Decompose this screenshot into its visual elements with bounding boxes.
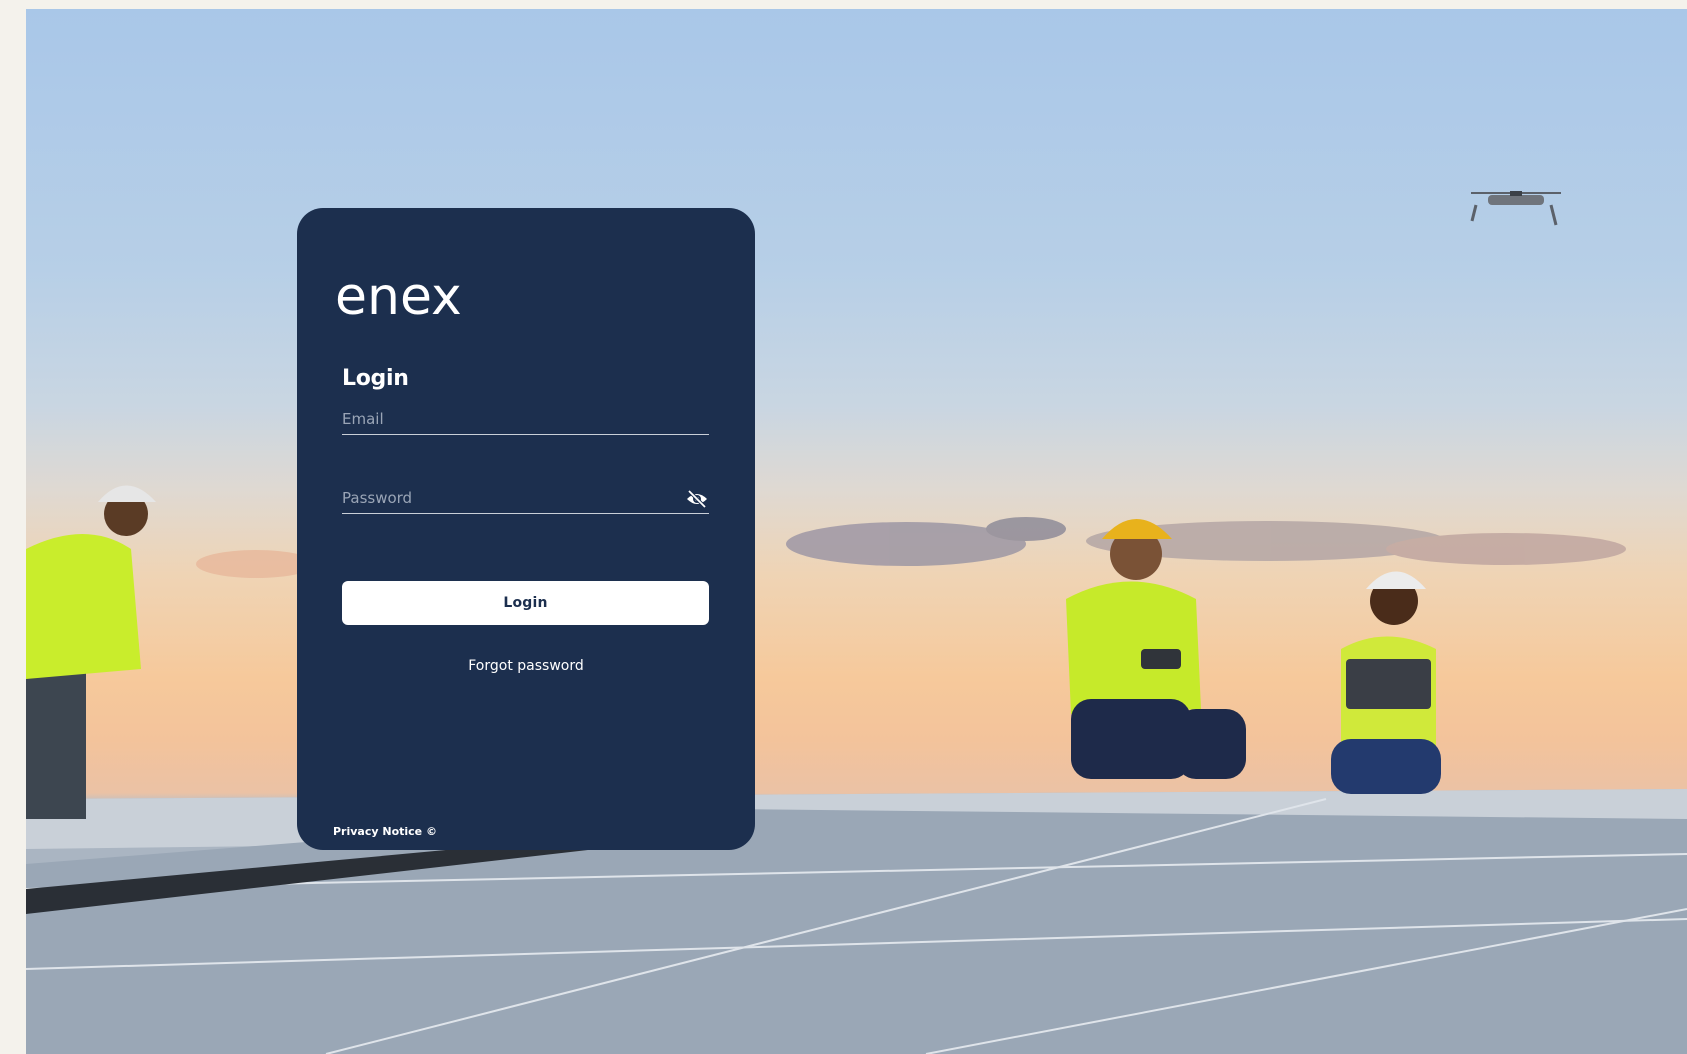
worker-left-illustration (26, 485, 156, 819)
email-input[interactable] (342, 406, 709, 432)
solar-roof-scene (26, 191, 1687, 1054)
login-page: enex Login Login Forgot password Privacy… (0, 0, 1687, 1054)
password-field-container (342, 485, 709, 514)
login-card: enex Login Login Forgot password Privacy… (297, 208, 755, 850)
enex-logo: enex (335, 267, 462, 327)
eye-off-icon[interactable] (685, 488, 709, 510)
login-title: Login (342, 366, 409, 391)
solar-panels (26, 789, 1687, 1054)
background-hero-image (26, 9, 1687, 1054)
page-top-margin (0, 0, 1687, 9)
page-left-margin (0, 0, 26, 1054)
email-field-container (342, 406, 709, 435)
worker-right-illustration (1331, 571, 1441, 794)
password-input[interactable] (342, 485, 709, 511)
forgot-password-link[interactable]: Forgot password (297, 658, 755, 674)
privacy-notice-link[interactable]: Privacy Notice © (333, 825, 437, 838)
login-button[interactable]: Login (342, 581, 709, 625)
svg-text:enex: enex (335, 267, 462, 327)
drone-illustration (1470, 191, 1561, 226)
